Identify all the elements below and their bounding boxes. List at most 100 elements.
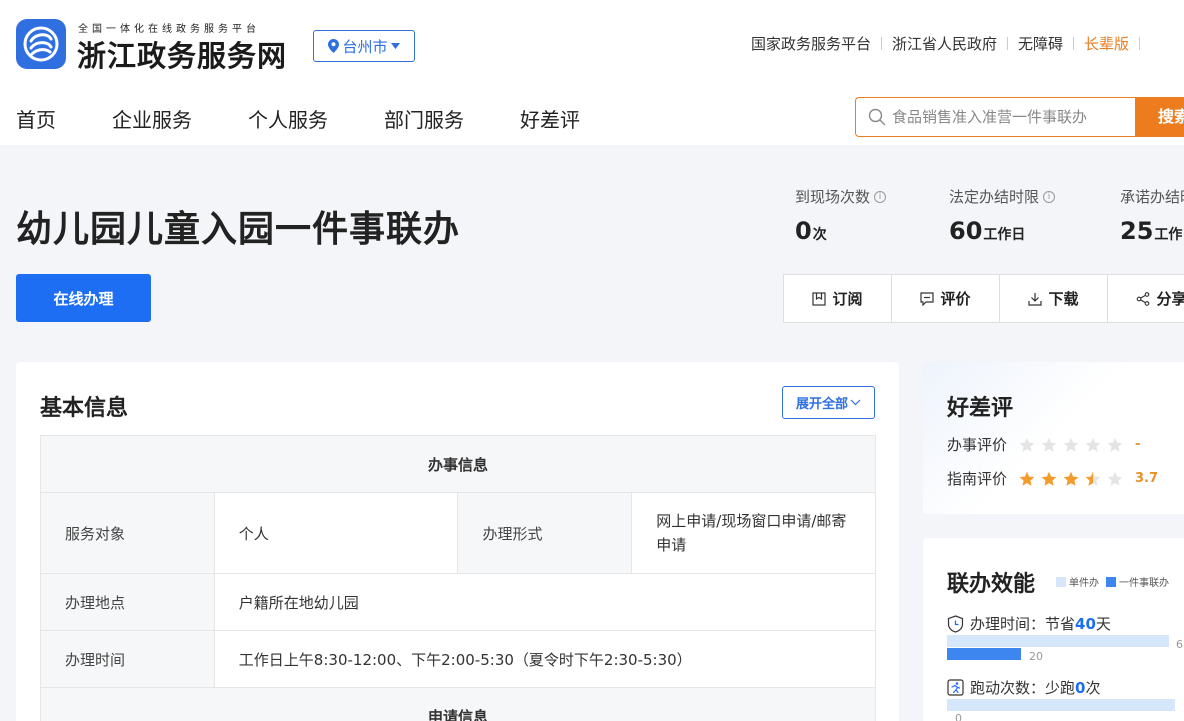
- expand-all-button[interactable]: 展开全部: [782, 386, 875, 419]
- divider: [1139, 37, 1141, 50]
- section-title: 申请信息: [40, 687, 876, 721]
- evaluate-button[interactable]: 评价: [892, 275, 1000, 322]
- service-rating-stars: [1019, 437, 1123, 453]
- share-label: 分享: [1156, 290, 1184, 308]
- search-box: [855, 97, 1137, 137]
- efficiency-legend: 单件办 一件事联办: [1056, 574, 1169, 589]
- download-button[interactable]: 下载: [1000, 275, 1108, 322]
- cell-label: 办理形式: [457, 492, 633, 574]
- efficiency-title: 联办效能: [947, 572, 1036, 597]
- stat-value: 0: [795, 217, 812, 245]
- info-icon[interactable]: i: [874, 190, 887, 203]
- table-section-row: 申请信息: [40, 687, 876, 721]
- stat-promised-limit: 承诺办结时限i 25工作日: [1120, 186, 1184, 245]
- legend-swatch-joint: [1106, 576, 1116, 587]
- guide-rating-value: 3.7: [1135, 471, 1159, 486]
- share-button[interactable]: 分享: [1108, 275, 1184, 322]
- subscribe-label: 订阅: [832, 290, 863, 308]
- zhejiang-logo-icon[interactable]: [16, 19, 66, 69]
- time-joint-bar: [947, 648, 1021, 660]
- link-accessibility[interactable]: 无障碍: [1018, 33, 1063, 54]
- basic-info-card: 基本信息 展开全部 办事信息 服务对象 个人 办理形式 网上申请/现场窗口申请/…: [16, 362, 899, 721]
- evaluate-label: 评价: [940, 290, 971, 308]
- section-title: 办事信息: [40, 435, 876, 493]
- trips-single-bar: [947, 699, 1175, 711]
- guide-star-icon: [1085, 471, 1101, 486]
- comment-icon: [920, 291, 935, 306]
- nav-home[interactable]: 首页: [16, 104, 56, 133]
- cell-label: 办理地点: [40, 573, 215, 631]
- nav-department-services[interactable]: 部门服务: [384, 104, 464, 133]
- guide-star-icon: [1019, 471, 1035, 486]
- city-selector[interactable]: 台州市: [313, 30, 415, 62]
- link-provincial-government[interactable]: 浙江省人民政府: [892, 33, 997, 54]
- time-saved-unit: 天: [1095, 615, 1111, 633]
- cell-value: 网上申请/现场窗口申请/邮寄申请: [631, 492, 876, 574]
- city-label: 台州市: [342, 37, 388, 56]
- main-nav: 首页 企业服务 个人服务 部门服务 好差评: [16, 104, 636, 133]
- stat-label: 到现场次数: [795, 188, 871, 206]
- info-icon[interactable]: i: [1043, 190, 1056, 203]
- stat-label: 法定办结时限: [949, 188, 1040, 206]
- time-single-bar-label: 6: [1176, 638, 1183, 651]
- top-links: 国家政务服务平台 浙江省人民政府 无障碍 长辈版: [751, 33, 1150, 54]
- guide-star-icon: [1107, 471, 1123, 486]
- top-header: 全国一体化在线政务服务平台 浙江政务服务网 台州市 国家政务服务平台 浙江省人民…: [0, 0, 1184, 90]
- guide-star-icon: [1063, 471, 1079, 486]
- subscribe-button[interactable]: 订阅: [784, 275, 892, 322]
- search-button[interactable]: 搜索: [1135, 97, 1184, 137]
- clock-shield-icon: [947, 614, 964, 633]
- bookmark-icon: [812, 291, 827, 306]
- link-national-platform[interactable]: 国家政务服务平台: [751, 33, 871, 54]
- cell-value: 户籍所在地幼儿园: [213, 573, 877, 631]
- service-rating-row: 办事评价 -: [947, 434, 1140, 455]
- trips-saved-unit: 次: [1085, 679, 1101, 697]
- time-saving-label: 办理时间：节省: [970, 615, 1076, 633]
- rating-card: 好差评 办事评价 - 指南评价 3.7: [923, 362, 1184, 514]
- trips-saving-label: 跑动次数：少跑: [970, 679, 1076, 697]
- service-rating-label: 办事评价: [947, 436, 1008, 454]
- service-title: 幼儿园儿童入园一件事联办: [16, 209, 461, 250]
- trips-joint-bar-label: 0: [955, 712, 962, 721]
- table-row: 办理地点 户籍所在地幼儿园: [40, 573, 877, 631]
- share-icon: [1137, 291, 1150, 306]
- running-person-icon: [947, 679, 964, 696]
- basic-info-title: 基本信息: [40, 396, 129, 421]
- online-handle-button[interactable]: 在线办理: [16, 274, 151, 322]
- guide-star-icon: [1041, 471, 1057, 486]
- trips-saved-value: 0: [1075, 679, 1086, 697]
- nav-personal-services[interactable]: 个人服务: [248, 104, 328, 133]
- time-single-bar: [947, 635, 1169, 647]
- efficiency-card: 联办效能 单件办 一件事联办 办理时间：节省40天 6 20 跑动次数：少跑0次…: [923, 538, 1184, 721]
- download-icon: [1028, 292, 1043, 306]
- search-input[interactable]: [892, 98, 1132, 136]
- legend-single-label: 单件办: [1069, 578, 1099, 589]
- link-elder-mode[interactable]: 长辈版: [1084, 33, 1129, 54]
- service-star-icon: [1041, 437, 1057, 452]
- nav-evaluation[interactable]: 好差评: [520, 104, 580, 133]
- logo-title[interactable]: 浙江政务服务网: [77, 33, 287, 75]
- cell-label: 服务对象: [40, 492, 215, 574]
- stat-legal-limit: 法定办结时限 i 60工作日: [949, 186, 1056, 245]
- nav-enterprise-services[interactable]: 企业服务: [112, 104, 192, 133]
- basic-info-table: 办事信息 服务对象 个人 办理形式 网上申请/现场窗口申请/邮寄申请 办理地点 …: [40, 435, 877, 721]
- time-saved-value: 40: [1075, 615, 1096, 633]
- chevron-down-icon: [850, 399, 861, 406]
- main-nav-bar: 首页 企业服务 个人服务 部门服务 好差评 搜索: [0, 90, 1184, 145]
- stat-value: 60: [949, 217, 983, 245]
- stat-unit: 次: [812, 227, 827, 243]
- guide-rating-label: 指南评价: [947, 470, 1008, 488]
- divider: [881, 37, 883, 50]
- stat-label: 承诺办结时限: [1120, 188, 1184, 206]
- caret-down-icon: [390, 43, 400, 49]
- divider: [1007, 37, 1009, 50]
- stat-unit: 工作日: [983, 227, 1026, 243]
- time-saving-row: 办理时间：节省40天: [947, 613, 1111, 634]
- cell-label: 办理时间: [40, 630, 215, 688]
- trips-saving-row: 跑动次数：少跑0次: [947, 677, 1100, 698]
- legend-swatch-single: [1056, 576, 1066, 587]
- service-star-icon: [1085, 437, 1101, 452]
- stat-unit: 工作日: [1154, 227, 1184, 243]
- stat-value: 25: [1120, 217, 1154, 245]
- service-star-icon: [1019, 437, 1035, 452]
